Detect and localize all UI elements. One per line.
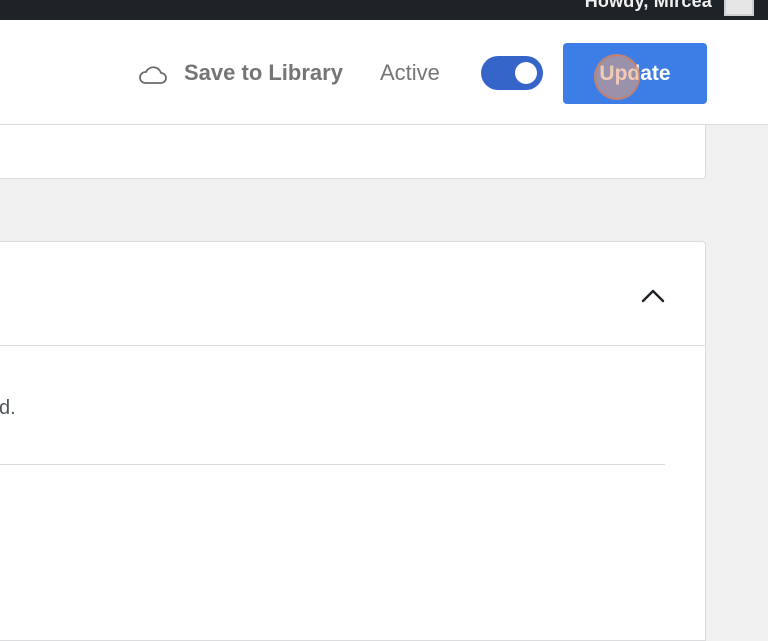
toggle-knob (515, 62, 537, 84)
divider (0, 464, 665, 465)
editor-header: Save to Library Active Update (0, 20, 768, 125)
admin-greeting[interactable]: Howdy, Mircea (585, 0, 712, 12)
user-avatar[interactable] (724, 0, 754, 16)
cloud-icon[interactable] (136, 64, 168, 86)
active-toggle[interactable] (481, 56, 543, 90)
panel-header[interactable] (0, 242, 705, 346)
status-label: Active (380, 60, 440, 85)
settings-panel: d. (0, 241, 706, 641)
update-button[interactable]: Update (563, 43, 707, 104)
chevron-up-icon[interactable] (639, 286, 667, 306)
admin-bar: Howdy, Mircea (0, 0, 768, 20)
save-to-library-button[interactable]: Save to Library (184, 60, 343, 86)
content-card (0, 125, 706, 179)
panel-description: d. (0, 397, 16, 419)
